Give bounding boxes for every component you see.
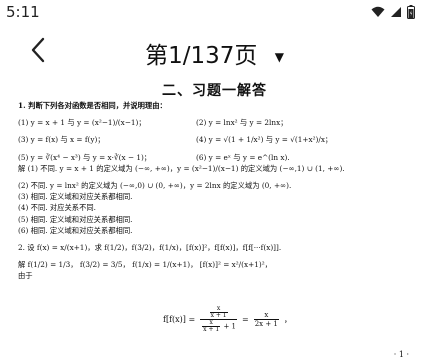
- answer-line: (3) 相同. 定义域和对应关系都相同.: [18, 192, 133, 202]
- answer-line: (2) 不同. y = lnx² 的定义域为 (−∞,0) ∪ (0, +∞)，…: [18, 180, 292, 190]
- status-time: 5:11: [6, 3, 40, 21]
- formula-inner-numerator: x x + 1: [209, 305, 228, 319]
- page-number: · 1 ·: [393, 350, 409, 359]
- formula-equals: =: [242, 315, 249, 324]
- status-bar: 5:11: [0, 0, 429, 26]
- q1-prompt: 1. 判断下列各对函数是否相同，并说明理由：: [18, 101, 167, 110]
- q1-item-left: (5) y = ∛(x⁴ − x³) 与 y = x·∛(x − 1)；: [18, 152, 152, 162]
- q1-item-left: (3) y = f(x) 与 x = f(y)；: [18, 135, 105, 145]
- status-icons: [371, 5, 415, 19]
- q1-item-right: (6) y = eˣ 与 y = e^(ln x).: [196, 152, 290, 162]
- formula-inner-denominator: x x + 1: [202, 319, 221, 333]
- page-indicator: 第1/137页: [145, 43, 258, 69]
- formula-numerator: x x + 1: [200, 306, 237, 320]
- battery-icon: [407, 5, 415, 19]
- answer-line: (4) 不同. 对应关系不同.: [18, 203, 96, 213]
- q1-item-row: (1) y = x + 1 与 y = (x²−1)/(x−1)； (2) y …: [18, 117, 413, 128]
- document-body: 1. 判断下列各对函数是否相同，并说明理由： (1) y = x + 1 与 y…: [18, 100, 413, 281]
- q1-item-row: (5) y = ∛(x⁴ − x³) 与 y = x·∛(x − 1)； (6)…: [18, 152, 413, 163]
- formula-lhs: f[f(x)] =: [163, 315, 196, 324]
- formula-block: f[f(x)] = x x + 1 x x + 1 + 1 = x 2x + 1…: [163, 306, 292, 333]
- answer-line: (5) 相同. 定义域和对应关系都相同.: [18, 214, 133, 224]
- formula-result-fraction: x 2x + 1: [253, 311, 279, 328]
- wifi-icon: [371, 6, 385, 17]
- answer-line: (6) 相同. 定义域和对应关系都相同.: [18, 225, 133, 235]
- page-selector[interactable]: 第1/137页 ▼: [0, 36, 429, 70]
- caret-down-icon: ▼: [274, 49, 284, 64]
- formula-denominator: x x + 1 + 1: [202, 319, 236, 333]
- q2-line: 2. 设 f(x) = x/(x+1)，求 f(1/2)，f(3/2)，f(1/…: [18, 242, 282, 252]
- q1-item-row: (3) y = f(x) 与 x = f(y)； (4) y = √(1 + 1…: [18, 134, 413, 145]
- section-title: 二、习题一解答: [162, 83, 267, 99]
- answer-line: 解 (1) 不同. y = x + 1 的定义域为 (−∞, +∞)，y = (…: [18, 163, 345, 173]
- reader-header: 第1/137页 ▼: [0, 26, 429, 76]
- formula-end: ，: [283, 315, 292, 324]
- q1-item-right: (2) y = lnx² 与 y = 2lnx；: [196, 118, 288, 128]
- q1-item-right: (4) y = √(1 + 1/x²) 与 y = √(1+x²)/x；: [196, 135, 333, 145]
- formula-main-fraction: x x + 1 x x + 1 + 1: [200, 306, 237, 333]
- q2-solution: 解 f(1/2) = 1/3， f(3/2) = 3/5， f(1/x) = 1…: [18, 260, 272, 270]
- signal-icon: [391, 7, 401, 17]
- q1-item-left: (1) y = x + 1 与 y = (x²−1)/(x−1)；: [18, 118, 146, 128]
- q2-because: 由于: [18, 271, 33, 281]
